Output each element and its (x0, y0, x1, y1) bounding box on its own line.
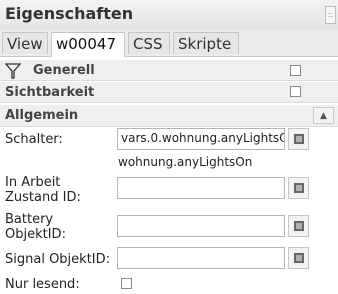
signal-picker-button[interactable] (288, 247, 309, 269)
panel-header: Eigenschaften :: (0, 0, 338, 31)
schalter-label: Schalter: (5, 132, 63, 147)
sichtbarkeit-checkbox[interactable] (290, 86, 301, 97)
tab-css[interactable]: CSS (128, 32, 170, 54)
section-sichtbarkeit[interactable]: Sichtbarkeit (0, 82, 338, 103)
id-picker-icon (294, 183, 304, 193)
in-arbeit-label: In Arbeit Zustand ID: (5, 175, 81, 205)
section-sichtbarkeit-label: Sichtbarkeit (5, 85, 95, 100)
section-allgemein-label: Allgemein (5, 108, 79, 123)
id-picker-icon (294, 221, 304, 231)
tab-view[interactable]: View (2, 32, 48, 54)
schalter-input[interactable]: vars.0.wohnung.anyLightsOn (117, 128, 285, 150)
nur-lesend-label: Nur lesend: (5, 277, 80, 292)
section-allgemein[interactable]: Allgemein ▲ (0, 105, 338, 127)
battery-picker-button[interactable] (288, 215, 309, 237)
generell-checkbox[interactable] (290, 65, 301, 76)
signal-label: Signal ObjektID: (5, 252, 111, 267)
battery-label: Battery ObjektID: (5, 212, 66, 242)
resize-grip-icon[interactable]: :: (325, 6, 336, 24)
section-generell-label: Generell (33, 63, 95, 78)
panel-title: Eigenschaften (5, 4, 134, 23)
schalter-picker-button[interactable] (288, 128, 309, 150)
battery-input[interactable] (117, 215, 285, 237)
tab-skripte[interactable]: Skripte (173, 32, 239, 54)
in-arbeit-picker-button[interactable] (288, 177, 309, 199)
tab-bar: View w00047 CSS Skripte (0, 30, 338, 57)
in-arbeit-input[interactable] (117, 177, 285, 199)
schalter-hint: wohnung.anyLightsOn (118, 155, 253, 169)
collapse-up-icon[interactable]: ▲ (313, 107, 334, 124)
filter-icon[interactable] (4, 63, 22, 83)
signal-input[interactable] (117, 247, 285, 269)
id-picker-icon (294, 253, 304, 263)
nur-lesend-checkbox[interactable] (121, 278, 132, 289)
tab-widget-id[interactable]: w00047 (51, 32, 125, 57)
section-generell[interactable]: Generell (0, 60, 338, 81)
id-picker-icon (294, 134, 304, 144)
